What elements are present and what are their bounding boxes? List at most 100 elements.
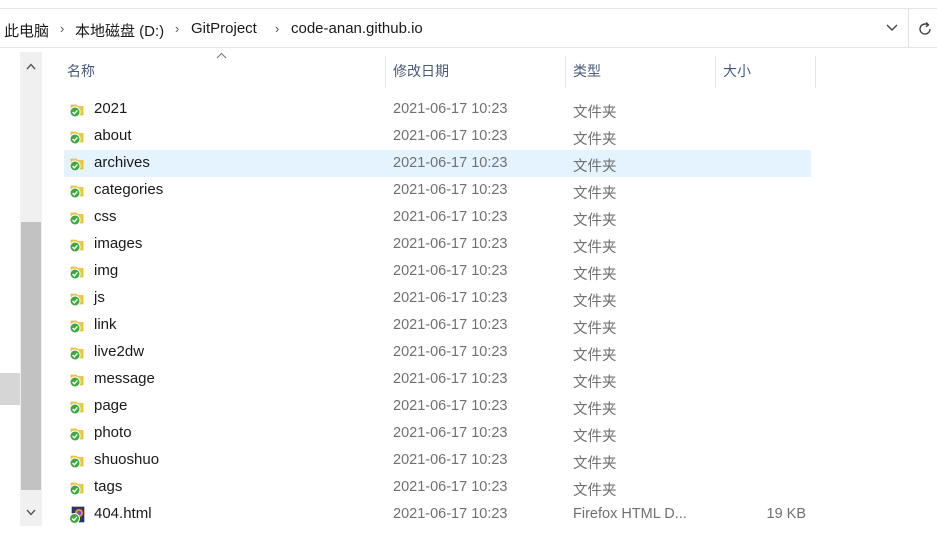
folder-synced-icon xyxy=(69,129,85,145)
column-header-name[interactable]: 名称 xyxy=(67,52,385,88)
file-name: js xyxy=(94,289,105,306)
file-row[interactable]: link 2021-06-17 10:23 文件夹 xyxy=(64,312,811,339)
file-modified-date: 2021-06-17 10:23 xyxy=(393,344,508,360)
file-name: live2dw xyxy=(94,343,145,360)
file-name: categories xyxy=(94,181,164,198)
file-modified-date: 2021-06-17 10:23 xyxy=(393,371,508,387)
file-type: 文件夹 xyxy=(573,321,617,337)
file-name: css xyxy=(94,208,117,225)
file-row[interactable]: 2021 2021-06-17 10:23 文件夹 xyxy=(64,96,811,123)
file-modified-date: 2021-06-17 10:23 xyxy=(393,425,508,441)
folder-synced-icon xyxy=(69,264,85,280)
html-file-synced-icon xyxy=(69,506,85,524)
chevron-down-icon[interactable] xyxy=(877,9,907,47)
file-size: 19 KB xyxy=(766,506,807,522)
file-modified-date: 2021-06-17 10:23 xyxy=(393,236,508,252)
file-row[interactable]: css 2021-06-17 10:23 文件夹 xyxy=(64,204,811,231)
file-row[interactable]: shuoshuo 2021-06-17 10:23 文件夹 xyxy=(64,447,811,474)
folder-synced-icon xyxy=(69,291,85,307)
file-row[interactable]: archives 2021-06-17 10:23 文件夹 xyxy=(64,150,811,177)
file-type: 文件夹 xyxy=(573,294,617,310)
file-name: tags xyxy=(94,478,123,495)
file-modified-date: 2021-06-17 10:23 xyxy=(393,209,508,225)
folder-synced-icon xyxy=(69,426,85,442)
folder-synced-icon xyxy=(69,210,85,226)
scroll-up-icon[interactable] xyxy=(20,56,42,78)
file-modified-date: 2021-06-17 10:23 xyxy=(393,263,508,279)
file-type: 文件夹 xyxy=(573,240,617,256)
file-name: 2021 xyxy=(94,100,128,117)
file-type: 文件夹 xyxy=(573,213,617,229)
file-modified-date: 2021-06-17 10:23 xyxy=(393,452,508,468)
breadcrumb-separator-icon[interactable]: › xyxy=(60,21,64,36)
file-modified-date: 2021-06-17 10:23 xyxy=(393,290,508,306)
file-name: archives xyxy=(94,154,150,171)
file-type: 文件夹 xyxy=(573,375,617,391)
scroll-down-icon[interactable] xyxy=(20,502,42,524)
folder-synced-icon xyxy=(69,183,85,199)
file-row[interactable]: img 2021-06-17 10:23 文件夹 xyxy=(64,258,811,285)
breadcrumb-local-disk[interactable]: 本地磁盘 (D:) xyxy=(75,20,164,41)
file-type: 文件夹 xyxy=(573,186,617,202)
file-modified-date: 2021-06-17 10:23 xyxy=(393,479,508,495)
vertical-scrollbar[interactable] xyxy=(20,52,42,526)
scroll-thumb[interactable] xyxy=(21,222,41,490)
file-row[interactable]: about 2021-06-17 10:23 文件夹 xyxy=(64,123,811,150)
column-header-type[interactable]: 类型 xyxy=(573,52,715,88)
file-row[interactable]: photo 2021-06-17 10:23 文件夹 xyxy=(64,420,811,447)
folder-synced-icon xyxy=(69,102,85,118)
breadcrumb-separator-icon[interactable]: › xyxy=(175,21,179,36)
file-modified-date: 2021-06-17 10:23 xyxy=(393,155,508,171)
folder-synced-icon xyxy=(69,372,85,388)
folder-synced-icon xyxy=(69,345,85,361)
file-row[interactable]: 404.html 2021-06-17 10:23 Firefox HTML D..… xyxy=(64,501,811,528)
file-row[interactable]: live2dw 2021-06-17 10:23 文件夹 xyxy=(64,339,811,366)
breadcrumb-current-folder[interactable]: code-anan.github.io xyxy=(291,20,423,37)
file-modified-date: 2021-06-17 10:23 xyxy=(393,128,508,144)
breadcrumb-separator-icon[interactable]: › xyxy=(275,21,279,36)
file-type: 文件夹 xyxy=(573,132,617,148)
column-divider[interactable] xyxy=(715,56,716,88)
column-header-modified[interactable]: 修改日期 xyxy=(393,52,565,88)
file-type: 文件夹 xyxy=(573,456,617,472)
address-bar[interactable]: 此电脑 › 本地磁盘 (D:) › GitProject › code-anan… xyxy=(0,8,937,48)
folder-synced-icon xyxy=(69,237,85,253)
folder-synced-icon xyxy=(69,399,85,415)
column-divider[interactable] xyxy=(385,56,386,88)
column-divider[interactable] xyxy=(565,56,566,88)
file-name: about xyxy=(94,127,132,144)
file-name: link xyxy=(94,316,117,333)
folder-synced-icon xyxy=(69,480,85,496)
file-type: 文件夹 xyxy=(573,105,617,121)
file-row[interactable]: tags 2021-06-17 10:23 文件夹 xyxy=(64,474,811,501)
breadcrumb-this-pc[interactable]: 此电脑 xyxy=(4,20,49,41)
file-name: message xyxy=(94,370,155,387)
refresh-icon[interactable] xyxy=(913,9,937,47)
divider xyxy=(908,9,909,47)
file-modified-date: 2021-06-17 10:23 xyxy=(393,506,508,522)
file-row[interactable]: images 2021-06-17 10:23 文件夹 xyxy=(64,231,811,258)
file-modified-date: 2021-06-17 10:23 xyxy=(393,398,508,414)
file-type: 文件夹 xyxy=(573,483,617,499)
file-type: 文件夹 xyxy=(573,159,617,175)
file-modified-date: 2021-06-17 10:23 xyxy=(393,101,508,117)
file-row[interactable]: page 2021-06-17 10:23 文件夹 xyxy=(64,393,811,420)
file-row[interactable]: js 2021-06-17 10:23 文件夹 xyxy=(64,285,811,312)
file-name: photo xyxy=(94,424,132,441)
file-type: Firefox HTML D... xyxy=(573,506,687,522)
file-type: 文件夹 xyxy=(573,402,617,418)
navigation-pane-scroll-thumb[interactable] xyxy=(0,373,20,405)
column-header-size[interactable]: 大小 xyxy=(723,52,815,88)
file-name: img xyxy=(94,262,119,279)
folder-synced-icon xyxy=(69,453,85,469)
file-name: page xyxy=(94,397,128,414)
file-name: images xyxy=(94,235,143,252)
file-type: 文件夹 xyxy=(573,429,617,445)
file-row[interactable]: categories 2021-06-17 10:23 文件夹 xyxy=(64,177,811,204)
file-row[interactable]: message 2021-06-17 10:23 文件夹 xyxy=(64,366,811,393)
file-name: shuoshuo xyxy=(94,451,160,468)
column-divider[interactable] xyxy=(815,56,816,88)
file-type: 文件夹 xyxy=(573,348,617,364)
breadcrumb-gitproject[interactable]: GitProject xyxy=(191,20,257,37)
file-name: 404.html xyxy=(94,505,152,522)
